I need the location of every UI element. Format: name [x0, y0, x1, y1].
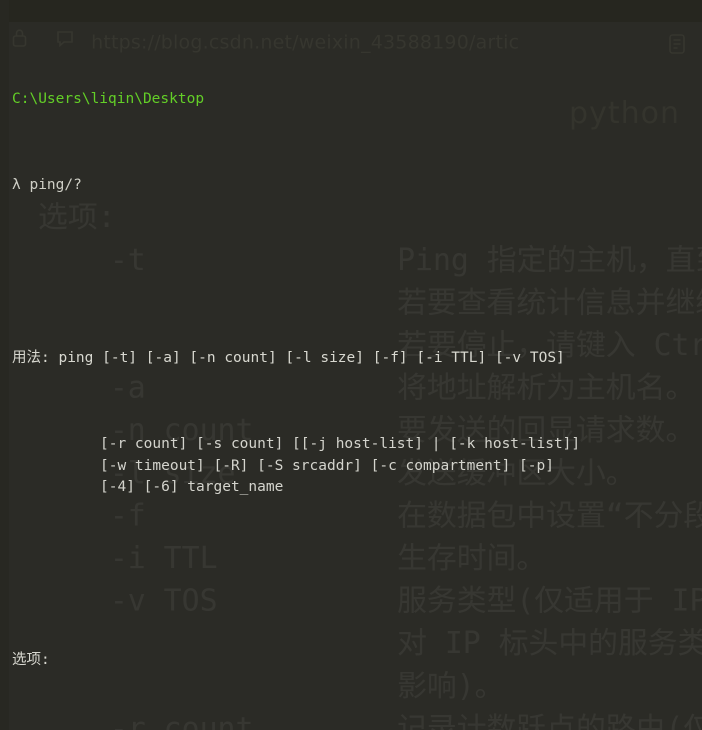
prompt-symbol: λ	[12, 177, 21, 194]
terminal-output: C:\Users\liqin\Desktop λ ping/? 用法: ping…	[0, 0, 702, 730]
prompt-path-line: C:\Users\liqin\Desktop	[12, 89, 702, 111]
options-heading: 选项:	[12, 652, 50, 669]
usage-continuation-lines: [-r count] [-s count] [[-j host-list] | …	[12, 434, 702, 499]
prompt-path: C:\Users\liqin\Desktop	[12, 90, 205, 107]
command-text: ping/?	[29, 177, 82, 194]
prompt-command-line[interactable]: λ ping/?	[12, 175, 702, 197]
usage-line: 用法: ping [-t] [-a] [-n count] [-l size] …	[12, 349, 565, 366]
terminal-window[interactable]: https://blog.csdn.net/weixin_43588190/ar…	[0, 0, 702, 730]
usage-continuation-line: [-w timeout] [-R] [-S srcaddr] [-c compa…	[100, 457, 554, 474]
usage-continuation-line: [-r count] [-s count] [[-j host-list] | …	[100, 436, 581, 453]
usage-continuation-line: [-4] [-6] target_name	[100, 479, 284, 496]
